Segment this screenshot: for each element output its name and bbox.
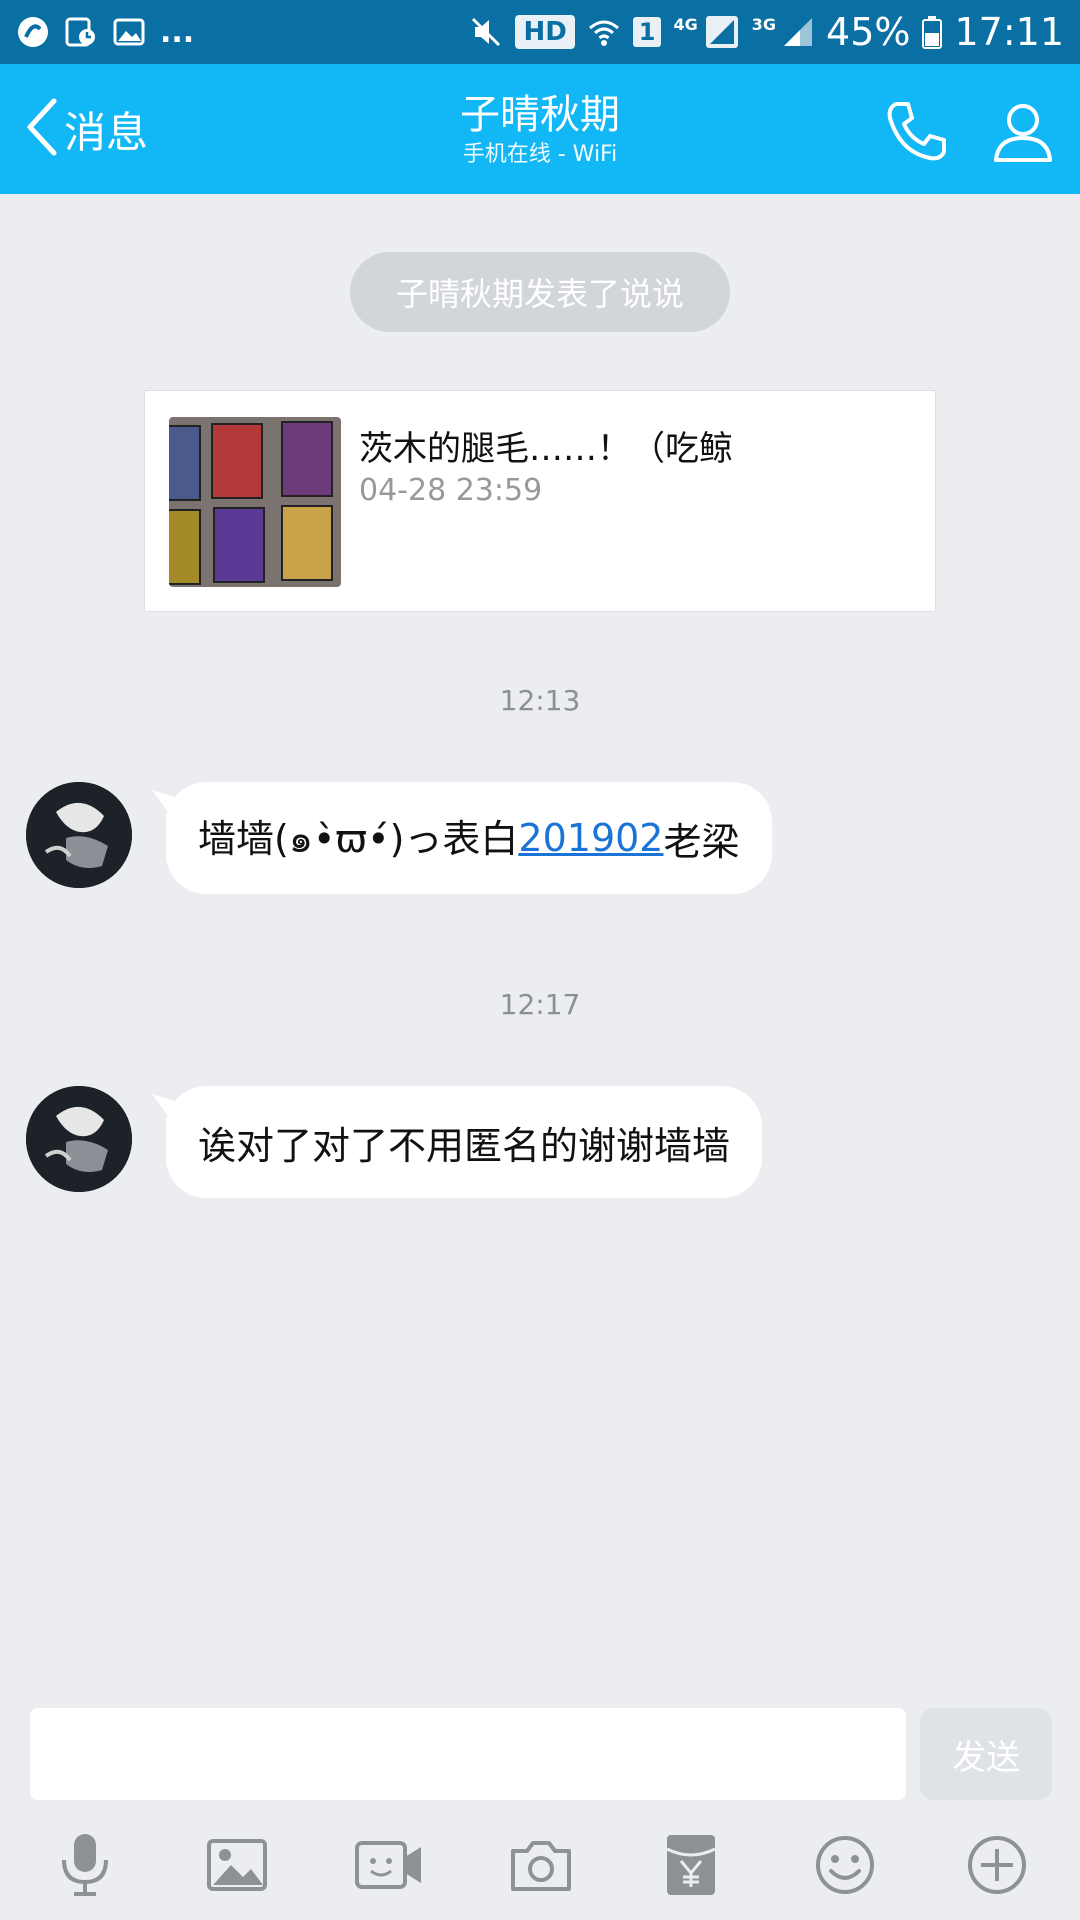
network-4g-label: 4G: [673, 14, 698, 34]
status-bar: ... HD 1 4G 3G 45% 17:11: [0, 0, 1080, 64]
shared-post-card[interactable]: 茨木的腿毛……！（吃鲸 04-28 23:59: [144, 390, 936, 612]
message-input[interactable]: [30, 1708, 906, 1800]
signal-4g-icon: [704, 12, 740, 52]
chat-header: 消息 子晴秋期 手机在线 - WiFi: [0, 64, 1080, 194]
send-button[interactable]: 发送: [920, 1708, 1052, 1800]
network-3g-label: 3G: [751, 14, 777, 34]
hd-voice-badge: HD: [515, 15, 575, 49]
avatar[interactable]: [26, 1086, 132, 1192]
incoming-message-bubble: 墙墙(๑•̀ϖ•́)っ表白 201902 老梁: [166, 782, 772, 894]
message-text: 诶对了对了不用匿名的谢谢墙墙: [198, 1123, 731, 1168]
red-packet-button[interactable]: [646, 1820, 736, 1910]
post-time: 04-28 23:59: [359, 473, 543, 508]
person-icon: [994, 104, 1052, 162]
phone-icon: [887, 102, 946, 161]
message-text: 墙墙(๑•̀ϖ•́)っ表白: [198, 816, 519, 861]
video-call-button[interactable]: [344, 1820, 434, 1910]
voice-call-button[interactable]: [882, 96, 952, 166]
signal-3g-icon: [782, 12, 814, 52]
post-thumbnail: [169, 417, 341, 587]
message-link[interactable]: 201902: [518, 816, 663, 860]
avatar[interactable]: [26, 782, 132, 888]
gallery-notification-icon: [112, 12, 146, 52]
composer-toolbar: [0, 1820, 1080, 1910]
status-time: 17:11: [954, 10, 1064, 54]
contact-profile-button[interactable]: [988, 96, 1058, 166]
app-notification-icon: [16, 12, 50, 52]
alarm-notification-icon: [64, 12, 98, 52]
voice-input-button[interactable]: [40, 1820, 130, 1910]
red-packet-icon: [666, 1835, 716, 1895]
emoji-icon: [816, 1836, 874, 1894]
message-text-tail: 老梁: [663, 819, 740, 864]
microphone-icon: [62, 1834, 108, 1896]
more-actions-button[interactable]: [952, 1820, 1042, 1910]
video-call-icon: [355, 1841, 421, 1889]
camera-icon: [511, 1841, 571, 1891]
message-timestamp: 12:13: [499, 684, 581, 717]
incoming-message-bubble: 诶对了对了不用匿名的谢谢墙墙: [166, 1086, 763, 1198]
image-picker-button[interactable]: [192, 1820, 282, 1910]
image-icon: [207, 1839, 267, 1891]
battery-icon: [922, 12, 943, 52]
emoji-button[interactable]: [800, 1820, 890, 1910]
mute-icon: [469, 12, 503, 52]
message-timestamp: 12:17: [499, 988, 581, 1021]
status-left: ...: [16, 12, 194, 52]
post-title: 茨木的腿毛……！（吃鲸: [359, 429, 733, 469]
more-notifications-indicator: ...: [160, 14, 195, 50]
camera-button[interactable]: [496, 1820, 586, 1910]
plus-icon: [968, 1836, 1026, 1894]
wifi-icon: [587, 12, 621, 52]
sim-slot-badge: 1: [632, 17, 662, 47]
system-notice: 子晴秋期发表了说说: [350, 252, 730, 332]
battery-percentage: 45%: [826, 10, 911, 54]
status-right: HD 1 4G 3G 45% 17:11: [469, 10, 1064, 54]
